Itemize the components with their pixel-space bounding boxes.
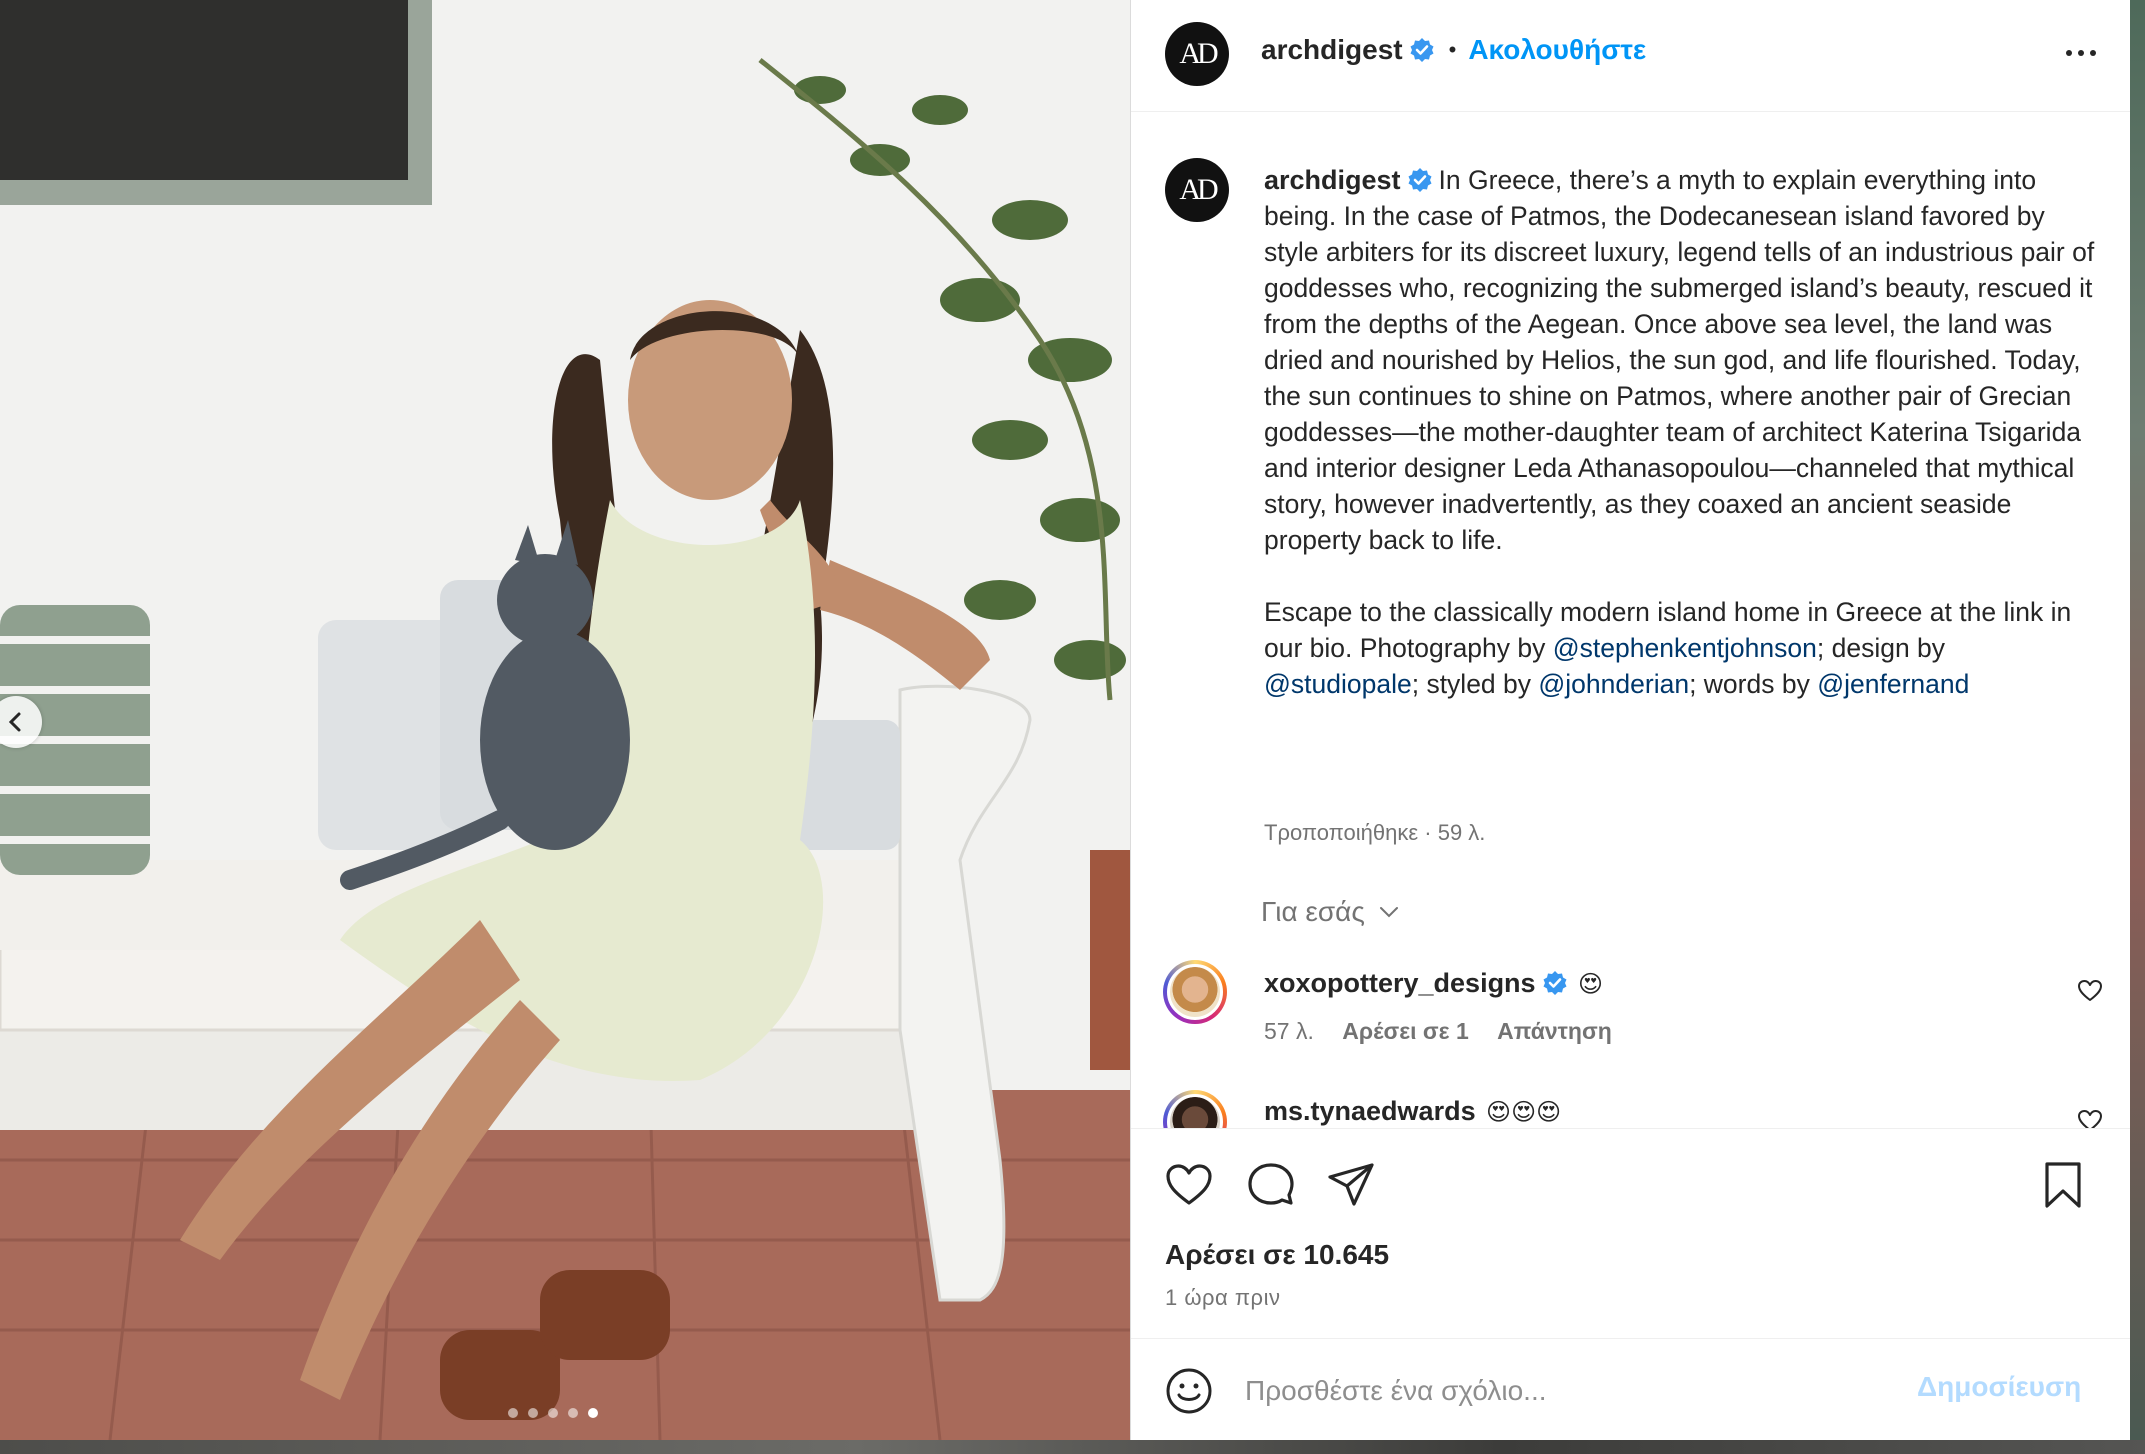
chevron-down-icon: [1379, 907, 1398, 918]
author-avatar[interactable]: AD: [1165, 22, 1229, 86]
background-strip-right: [2130, 0, 2145, 1440]
post-time: 1 ώρα πριν: [1165, 1285, 1281, 1310]
likes-count[interactable]: Αρέσει σε 10.645: [1165, 1239, 1389, 1271]
edited-timestamp: Τροποποιήθηκε · 59 λ.: [1264, 820, 1486, 845]
header-separator: •: [1448, 37, 1457, 62]
comment-heart-icon[interactable]: [2077, 1108, 2103, 1128]
post-comment-button[interactable]: Δημοσίευση: [1917, 1371, 2081, 1403]
caption-author-avatar[interactable]: AD: [1165, 158, 1229, 222]
follow-button[interactable]: Ακολουθήστε: [1468, 34, 1646, 66]
comment-input[interactable]: [1243, 1369, 1887, 1413]
carousel-dot: [508, 1408, 518, 1418]
verified-badge-icon: [1410, 38, 1434, 62]
verified-badge-icon: [1543, 971, 1567, 995]
more-options-icon: [2078, 50, 2084, 56]
avatar-logo-text: AD: [1179, 173, 1218, 206]
comment-likes-link[interactable]: Αρέσει σε 1: [1342, 1018, 1468, 1044]
paper-plane-icon[interactable]: [1325, 1159, 1377, 1211]
add-comment-bar: Δημοσίευση: [1131, 1338, 2131, 1440]
post-header: AD archdigest • Ακολουθήστε: [1131, 0, 2131, 112]
mention-link[interactable]: @johnderian: [1538, 669, 1689, 699]
commenter-avatar[interactable]: [1163, 1090, 1227, 1128]
caption-text-2d: ; words by: [1689, 669, 1818, 699]
commenter-avatar[interactable]: [1163, 960, 1227, 1024]
for-you-dropdown[interactable]: Για εσάς: [1261, 896, 1399, 928]
post-photo[interactable]: [0, 0, 1130, 1440]
bookmark-icon[interactable]: [2037, 1159, 2089, 1211]
heart-icon[interactable]: [1163, 1159, 1215, 1211]
commenter-avatar-image: [1167, 964, 1223, 1020]
more-options-icon: [2066, 50, 2072, 56]
caption-text-2c: ; styled by: [1411, 669, 1539, 699]
chevron-left-icon: [8, 712, 21, 732]
caption-author-username[interactable]: archdigest: [1264, 165, 1401, 195]
comments-scroll-area[interactable]: AD archdigest In Greece, there’s a myth …: [1131, 112, 2131, 1128]
smiley-icon[interactable]: [1163, 1365, 1215, 1417]
for-you-label: Για εσάς: [1261, 896, 1365, 927]
background-strip-bottom: [0, 1440, 2145, 1454]
comment-reply-link[interactable]: Απάντηση: [1497, 1018, 1612, 1044]
more-options-icon: [2090, 50, 2096, 56]
post-caption: archdigest In Greece, there’s a myth to …: [1264, 162, 2104, 702]
comment-username[interactable]: xoxopottery_designs: [1264, 968, 1536, 998]
carousel-dot-active: [588, 1408, 598, 1418]
carousel-indicator: [508, 1408, 598, 1418]
post-side-panel: AD archdigest • Ακολουθήστε AD archdiges…: [1130, 0, 2131, 1440]
caption-paragraph-1: archdigest In Greece, there’s a myth to …: [1264, 162, 2104, 558]
comment-row: ms.tynaedwards 😍😍😍: [1264, 1096, 1561, 1127]
mention-link[interactable]: @jenfernand: [1817, 669, 1969, 699]
mention-link[interactable]: @stephenkentjohnson: [1553, 633, 1817, 663]
caption-paragraph-2: Escape to the classically modern island …: [1264, 594, 2104, 702]
avatar-logo-text: AD: [1179, 37, 1218, 70]
comment-text: 😍😍😍: [1486, 1099, 1562, 1126]
comment-heart-icon[interactable]: [2077, 978, 2103, 1004]
photo-illustration: [0, 0, 1130, 1440]
caption-text-1: In Greece, there’s a myth to explain eve…: [1264, 165, 2095, 555]
author-username[interactable]: archdigest: [1261, 34, 1403, 66]
more-options-button[interactable]: [2051, 36, 2111, 70]
comment-row: xoxopottery_designs 😍: [1264, 968, 1603, 999]
commenter-avatar-image: [1167, 1094, 1223, 1128]
carousel-dot: [548, 1408, 558, 1418]
comment-bubble-icon[interactable]: [1245, 1159, 1297, 1211]
post-actions: Αρέσει σε 10.645 1 ώρα πριν: [1131, 1128, 2131, 1338]
carousel-dot: [528, 1408, 538, 1418]
verified-badge-icon: [1408, 168, 1432, 192]
mention-link[interactable]: @studiopale: [1264, 669, 1412, 699]
caption-text-2b: ; design by: [1816, 633, 1946, 663]
comment-time: 57 λ.: [1264, 1018, 1314, 1044]
comment-username[interactable]: ms.tynaedwards: [1264, 1096, 1476, 1126]
header-author-row: archdigest • Ακολουθήστε: [1261, 34, 1646, 66]
comment-text: 😍: [1578, 971, 1604, 998]
carousel-dot: [568, 1408, 578, 1418]
comment-meta: 57 λ. Αρέσει σε 1 Απάντηση: [1264, 1018, 1612, 1045]
